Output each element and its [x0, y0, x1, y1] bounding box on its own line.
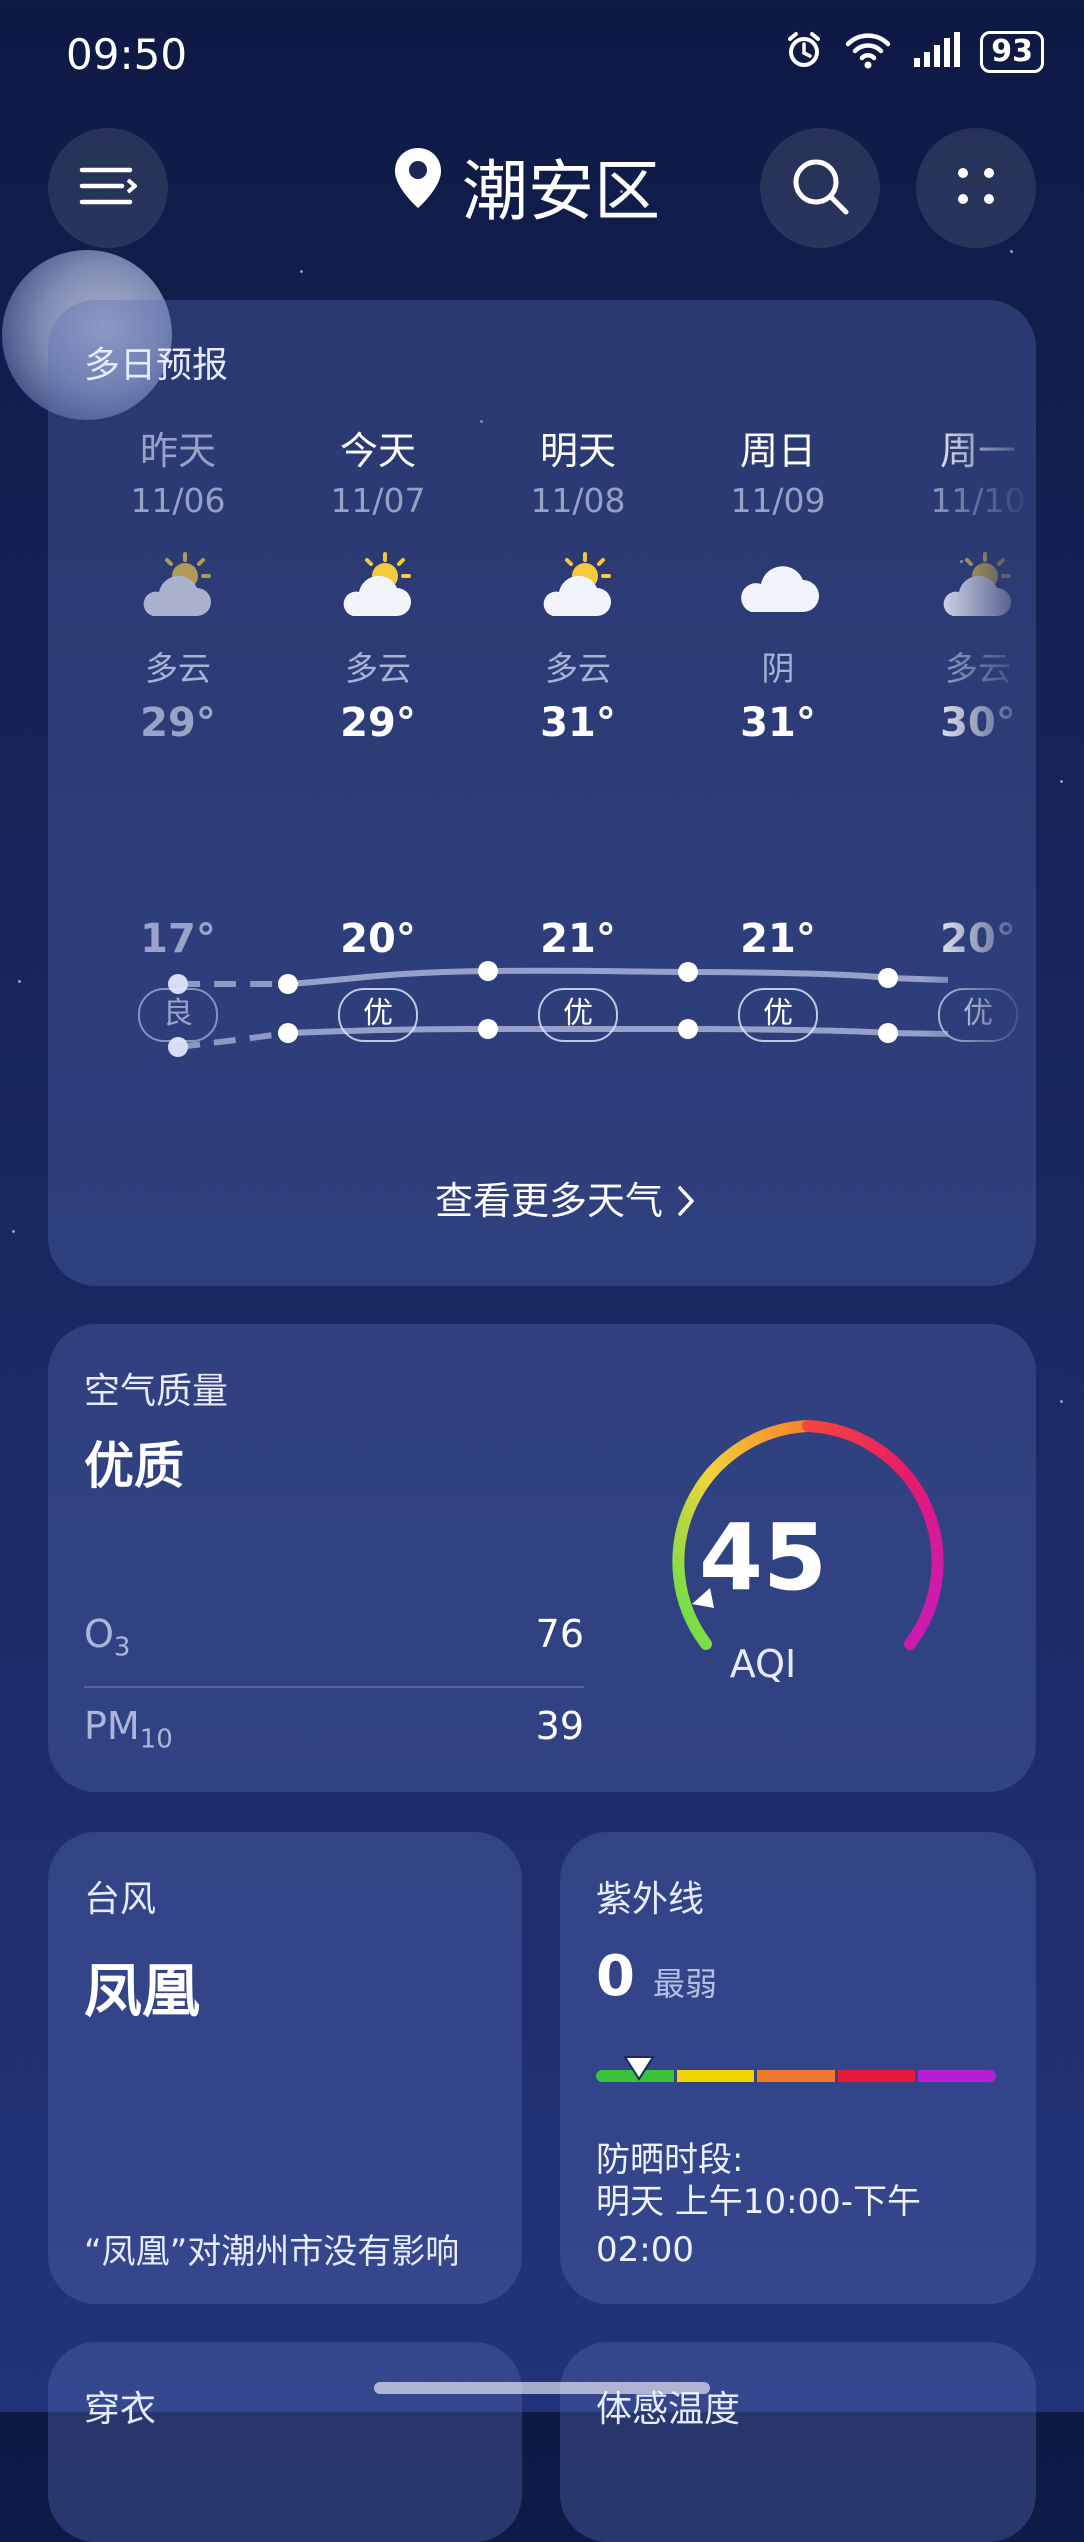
status-bar: 09:50 93 [0, 0, 1084, 110]
day-aqi-badge: 优 [938, 988, 1018, 1042]
pollutant-row: O3 76 [84, 1612, 584, 1692]
feels-like-card[interactable]: 体感温度 [560, 2342, 1036, 2542]
partly-cloudy-icon [888, 528, 1036, 638]
day-high-temp: 29° [340, 700, 416, 746]
uv-title: 紫外线 [596, 1879, 705, 1920]
forecast-card: 多日预报 昨天 11/06 多云 29° 17° 良 今天 11/07 多云 2… [48, 300, 1036, 1286]
day-high-temp: 31° [540, 700, 616, 746]
forecast-day: 昨天 11/06 多云 29° 17° 良 [88, 420, 268, 1042]
typhoon-name: 凤凰 [84, 1957, 201, 2025]
day-low-temp: 20° [340, 916, 416, 962]
signal-icon [912, 32, 961, 72]
search-icon [789, 155, 851, 221]
day-condition: 多云 [145, 649, 211, 688]
uv-scale-segment [918, 2070, 996, 2082]
pollutant-name: PM10 [84, 1704, 173, 1755]
day-condition: 阴 [761, 649, 795, 688]
uv-protect-label: 防晒时段: [596, 2140, 744, 2180]
day-date: 11/09 [730, 481, 826, 520]
day-low-temp: 21° [740, 916, 816, 962]
partly-cloudy-icon [88, 528, 268, 638]
menu-button[interactable] [48, 128, 168, 248]
day-condition: 多云 [945, 649, 1011, 688]
forecast-day: 周一 11/10 多云 30° 20° 优 [888, 420, 1036, 1042]
typhoon-title: 台风 [84, 1879, 157, 1920]
day-aqi-badge: 良 [138, 988, 218, 1042]
grid-dots-icon [951, 161, 1001, 215]
more-options-button[interactable] [916, 128, 1036, 248]
day-name: 明天 [539, 429, 616, 473]
cloud-icon [688, 528, 868, 638]
forecast-strip[interactable]: 昨天 11/06 多云 29° 17° 良 今天 11/07 多云 29° 20… [88, 420, 1036, 1420]
day-condition: 多云 [345, 649, 411, 688]
day-aqi-badge: 优 [538, 988, 618, 1042]
partly-cloudy-icon [488, 528, 668, 638]
pollutant-name: O3 [84, 1612, 131, 1663]
wifi-icon [844, 30, 892, 74]
more-weather-label: 查看更多天气 [434, 1179, 663, 1223]
uv-scale-segment [676, 2070, 755, 2082]
day-date: 11/06 [130, 481, 226, 520]
forecast-day: 今天 11/07 多云 29° 20° 优 [288, 420, 468, 1042]
day-condition: 多云 [545, 649, 611, 688]
location-pin-icon [392, 146, 444, 226]
day-aqi-badge: 优 [338, 988, 418, 1042]
air-quality-label: 空气质量 [84, 1371, 229, 1412]
uv-card[interactable]: 紫外线 0 最弱 防晒时段: 明天 上午10:00-下午02:00 [560, 1832, 1036, 2304]
location-name: 潮安区 [462, 153, 660, 230]
battery-indicator: 93 [980, 31, 1044, 73]
day-aqi-badge: 优 [738, 988, 818, 1042]
day-date: 11/10 [930, 481, 1026, 520]
air-quality-card[interactable]: 空气质量 优质 O3 76 PM10 39 45 AQI [48, 1324, 1036, 1792]
forecast-day: 明天 11/08 多云 31° 21° 优 [488, 420, 668, 1042]
location-title[interactable]: 潮安区 [392, 138, 660, 234]
more-weather-link[interactable]: 查看更多天气 [48, 1170, 1084, 1225]
day-low-temp: 20° [940, 916, 1016, 962]
day-date: 11/07 [330, 481, 426, 520]
day-name: 今天 [339, 429, 416, 473]
day-low-temp: 21° [540, 916, 616, 962]
day-name: 昨天 [139, 429, 216, 473]
aqi-unit: AQI [729, 1642, 797, 1686]
typhoon-card[interactable]: 台风 凤凰 “凤凰”对潮州市没有影响 [48, 1832, 522, 2304]
typhoon-note: “凤凰”对潮州市没有影响 [84, 2232, 460, 2272]
divider [84, 1686, 584, 1688]
partly-cloudy-icon [288, 528, 468, 638]
aqi-value: 45 [698, 1504, 828, 1611]
forecast-day: 周日 11/09 阴 31° 21° 优 [688, 420, 868, 1042]
day-date: 11/08 [530, 481, 626, 520]
home-indicator[interactable] [374, 2382, 710, 2394]
alarm-icon [784, 30, 824, 74]
uv-level: 最弱 [652, 1965, 717, 2003]
header: 潮安区 [0, 128, 1084, 248]
uv-scale-segment [837, 2070, 916, 2082]
status-time: 09:50 [66, 30, 188, 79]
uv-marker-icon [623, 2056, 655, 2081]
uv-scale [596, 2070, 996, 2082]
pollutant-row: PM10 39 [84, 1704, 584, 1784]
uv-value: 0 [596, 1944, 635, 2009]
uv-protect-time: 明天 上午10:00-下午02:00 [596, 2182, 922, 2270]
day-high-temp: 31° [740, 700, 816, 746]
day-name: 周日 [739, 429, 816, 473]
air-quality-level: 优质 [84, 1437, 184, 1495]
day-high-temp: 29° [140, 700, 216, 746]
search-button[interactable] [760, 128, 880, 248]
menu-icon [78, 164, 138, 212]
forecast-title: 多日预报 [84, 345, 229, 386]
day-low-temp: 17° [140, 916, 216, 962]
pollutant-value: 76 [535, 1612, 584, 1656]
clothing-title: 穿衣 [84, 2389, 157, 2430]
day-name: 周一 [939, 429, 1016, 473]
uv-scale-segment [757, 2070, 835, 2082]
clothing-card[interactable]: 穿衣 [48, 2342, 522, 2542]
day-high-temp: 30° [940, 700, 1016, 746]
uv-reading: 0 最弱 [596, 1944, 717, 2009]
pollutant-value: 39 [535, 1704, 584, 1748]
chevron-right-icon [675, 1179, 697, 1223]
